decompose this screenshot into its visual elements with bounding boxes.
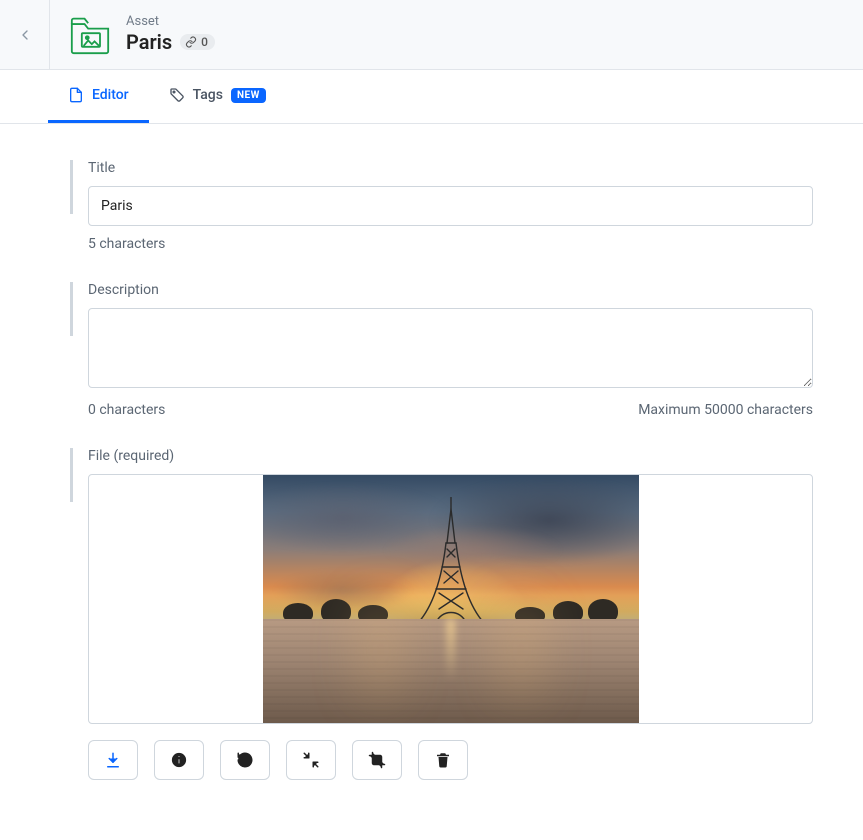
title-char-count: 5 characters bbox=[88, 236, 165, 252]
image-preview[interactable] bbox=[263, 475, 639, 723]
info-button[interactable] bbox=[154, 740, 204, 780]
field-file: File (required) bbox=[70, 448, 813, 780]
field-description: Description 0 characters Maximum 50000 c… bbox=[70, 282, 813, 418]
asset-type-icon bbox=[66, 11, 114, 59]
editor-body: Title 5 characters Description 0 charact… bbox=[0, 124, 863, 840]
title-label: Title bbox=[88, 160, 813, 176]
link-icon bbox=[185, 36, 197, 48]
document-icon bbox=[68, 87, 84, 103]
picture-folder-icon bbox=[68, 15, 112, 55]
description-char-count: 0 characters bbox=[88, 402, 165, 418]
tab-tags-label: Tags bbox=[193, 87, 223, 103]
crop-button[interactable] bbox=[352, 740, 402, 780]
tag-icon bbox=[169, 87, 185, 103]
image-actions bbox=[88, 740, 813, 780]
tabs: Editor Tags NEW bbox=[0, 70, 863, 124]
compress-button[interactable] bbox=[286, 740, 336, 780]
title-input[interactable] bbox=[88, 186, 813, 226]
field-title: Title 5 characters bbox=[70, 160, 813, 252]
compress-icon bbox=[302, 751, 320, 769]
asset-title: Paris bbox=[126, 30, 172, 54]
delete-button[interactable] bbox=[418, 740, 468, 780]
description-char-max: Maximum 50000 characters bbox=[638, 402, 813, 418]
asset-meta: Asset Paris 0 bbox=[126, 15, 215, 54]
topbar: Asset Paris 0 bbox=[0, 0, 863, 70]
rotate-button[interactable] bbox=[220, 740, 270, 780]
tab-editor-label: Editor bbox=[92, 87, 129, 103]
incoming-links-badge[interactable]: 0 bbox=[180, 34, 215, 50]
new-badge: NEW bbox=[231, 88, 266, 103]
download-button[interactable] bbox=[88, 740, 138, 780]
tab-editor[interactable]: Editor bbox=[48, 70, 149, 123]
tab-tags[interactable]: Tags NEW bbox=[149, 70, 286, 123]
back-button[interactable] bbox=[0, 0, 50, 70]
info-icon bbox=[170, 751, 188, 769]
crop-icon bbox=[368, 751, 386, 769]
description-input[interactable] bbox=[88, 308, 813, 388]
incoming-links-count: 0 bbox=[201, 35, 208, 49]
trash-icon bbox=[434, 751, 452, 769]
file-preview-box bbox=[88, 474, 813, 724]
download-icon bbox=[104, 751, 122, 769]
description-label: Description bbox=[88, 282, 813, 298]
file-label: File (required) bbox=[88, 448, 813, 464]
chevron-left-icon bbox=[17, 27, 33, 43]
asset-kind-label: Asset bbox=[126, 15, 215, 28]
rotate-icon bbox=[236, 751, 254, 769]
